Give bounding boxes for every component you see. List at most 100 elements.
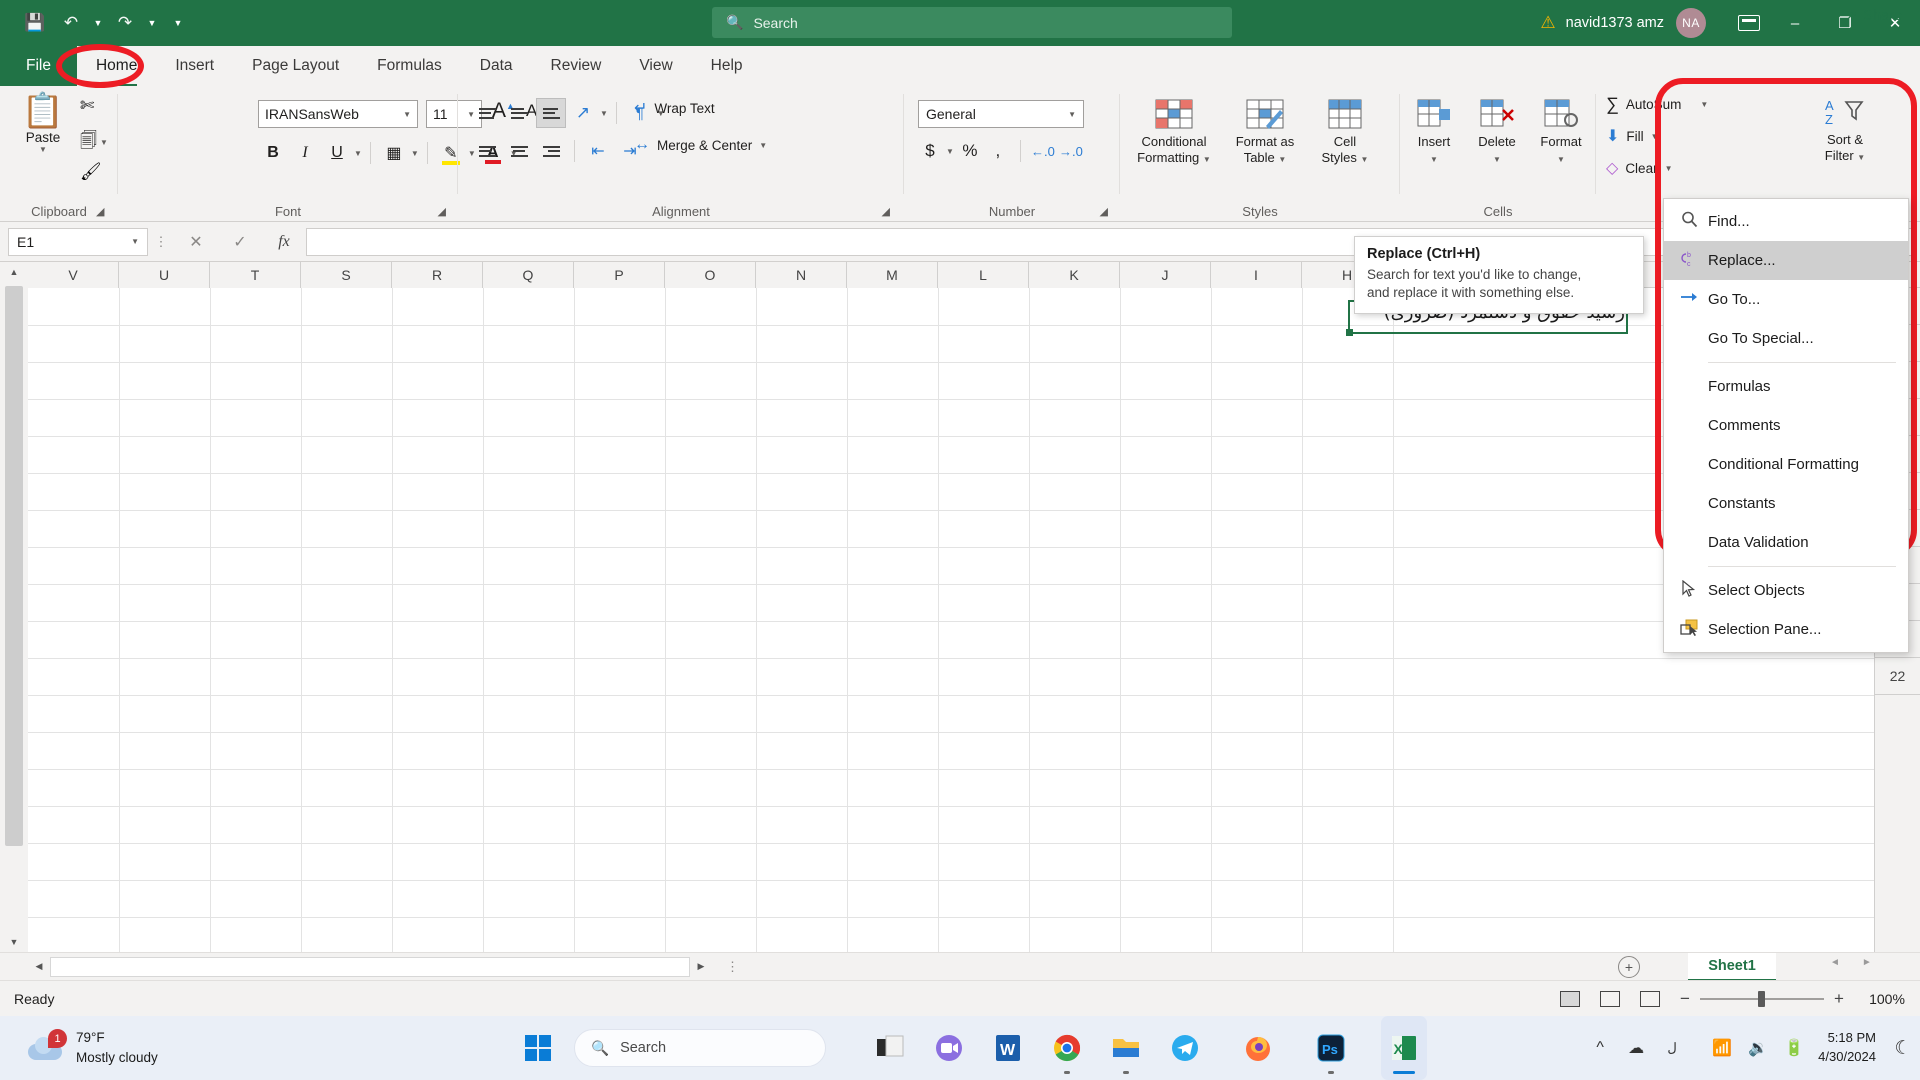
number-format-select[interactable]: General ▼: [918, 100, 1084, 128]
menu-item-constants[interactable]: Constants: [1664, 484, 1908, 523]
italic-button[interactable]: I: [290, 138, 320, 168]
excel-app-icon[interactable]: X: [1381, 1016, 1427, 1080]
font-name-dropdown-icon[interactable]: ▼: [403, 110, 411, 119]
cell-area[interactable]: رسید حقوق و دستمزد (ضروری): [28, 288, 1874, 952]
decrease-indent-button[interactable]: ⇤: [583, 136, 613, 166]
delete-cells-dropdown-icon[interactable]: ▼: [1493, 155, 1501, 164]
photoshop-app-icon[interactable]: Ps: [1308, 1016, 1354, 1080]
onedrive-icon[interactable]: ☁: [1618, 1016, 1654, 1080]
orientation-icon[interactable]: ↗: [568, 98, 598, 128]
align-center-button[interactable]: [504, 136, 534, 166]
ribbon-display-options-icon[interactable]: [1728, 0, 1770, 46]
save-icon[interactable]: 💾: [18, 7, 52, 39]
clear-dropdown-icon[interactable]: ▼: [1665, 164, 1673, 173]
align-top-button[interactable]: [472, 98, 502, 128]
warning-icon[interactable]: ⚠: [1540, 13, 1555, 33]
scroll-up-icon[interactable]: ▲: [0, 262, 28, 282]
tab-formulas[interactable]: Formulas: [358, 46, 461, 86]
row-header-22[interactable]: 22: [1875, 658, 1920, 695]
menu-item-replace[interactable]: b c Replace...: [1664, 241, 1908, 280]
zoom-out-button[interactable]: −: [1670, 989, 1700, 1009]
customize-quick-access-toolbar-icon[interactable]: ▼: [170, 18, 186, 28]
clipboard-dialog-launcher[interactable]: ◢: [96, 205, 104, 218]
cut-button[interactable]: ✄: [80, 96, 94, 116]
scroll-down-icon[interactable]: ▼: [0, 932, 28, 952]
copy-button[interactable]: 🗐 ▼: [80, 128, 108, 157]
number-format-dropdown-icon[interactable]: ▼: [1068, 110, 1076, 119]
comma-style-button[interactable]: ,: [986, 136, 1010, 166]
menu-item-selection-pane[interactable]: Selection Pane...: [1664, 610, 1908, 649]
column-header-J[interactable]: J: [1120, 262, 1211, 288]
decrease-decimal-button[interactable]: →.0: [1059, 136, 1083, 166]
name-box[interactable]: E1 ▼: [8, 227, 148, 256]
format-as-table-dropdown-icon[interactable]: ▼: [1278, 155, 1286, 164]
align-left-button[interactable]: [472, 136, 502, 166]
chrome-app-icon[interactable]: [1044, 1016, 1090, 1080]
tab-review[interactable]: Review: [532, 46, 621, 86]
zoom-slider-thumb[interactable]: [1758, 991, 1765, 1007]
sheet-tab-sheet1[interactable]: Sheet1: [1688, 953, 1776, 981]
column-header-P[interactable]: P: [574, 262, 665, 288]
cancel-icon[interactable]: ✕: [174, 228, 218, 256]
minimize-button[interactable]: –: [1770, 0, 1820, 46]
sheet-next-icon[interactable]: ►: [1862, 957, 1872, 968]
menu-item-find[interactable]: Find...: [1664, 202, 1908, 241]
menu-item-select-objects[interactable]: Select Objects: [1664, 571, 1908, 610]
accounting-format-button[interactable]: $: [918, 136, 942, 166]
windows-start-icon[interactable]: [515, 1016, 561, 1080]
column-header-K[interactable]: K: [1029, 262, 1120, 288]
align-middle-button[interactable]: [504, 98, 534, 128]
page-layout-view-button[interactable]: [1590, 981, 1630, 1017]
normal-view-button[interactable]: [1550, 981, 1590, 1017]
increase-decimal-button[interactable]: ←.0: [1031, 136, 1055, 166]
hscroll-resize-handle[interactable]: ⋮: [726, 959, 739, 975]
merge-and-center-button[interactable]: ↔ Merge & Center ▼: [634, 136, 767, 154]
zoom-in-button[interactable]: +: [1824, 989, 1854, 1009]
word-app-icon[interactable]: W: [985, 1016, 1031, 1080]
hscroll-track[interactable]: [50, 956, 690, 977]
menu-item-comments[interactable]: Comments: [1664, 406, 1908, 445]
conditional-formatting-button[interactable]: Conditional Formatting ▼: [1128, 94, 1220, 167]
menu-item-conditional-formatting[interactable]: Conditional Formatting: [1664, 445, 1908, 484]
sort-filter-dropdown-icon[interactable]: ▼: [1857, 153, 1865, 162]
show-hidden-icons[interactable]: ^: [1582, 1016, 1618, 1080]
menu-item-formulas[interactable]: Formulas: [1664, 367, 1908, 406]
insert-cells-dropdown-icon[interactable]: ▼: [1430, 155, 1438, 164]
taskbar-search-input[interactable]: 🔍 Search: [574, 1029, 826, 1067]
insert-function-icon[interactable]: fx: [262, 228, 306, 256]
align-right-button[interactable]: [536, 136, 566, 166]
column-header-R[interactable]: R: [392, 262, 483, 288]
align-bottom-button[interactable]: [536, 98, 566, 128]
underline-dropdown-icon[interactable]: ▼: [354, 149, 362, 158]
taskbar-clock[interactable]: 5:18 PM 4/30/2024: [1818, 1029, 1876, 1067]
column-header-S[interactable]: S: [301, 262, 392, 288]
percent-style-button[interactable]: %: [958, 136, 982, 166]
column-header-V[interactable]: V: [28, 262, 119, 288]
notification-center-icon[interactable]: ☾: [1886, 1016, 1920, 1080]
telegram-app-icon[interactable]: [1162, 1016, 1208, 1080]
column-header-T[interactable]: T: [210, 262, 301, 288]
tab-home[interactable]: Home: [77, 46, 156, 86]
tab-view[interactable]: View: [620, 46, 691, 86]
menu-item-data-validation[interactable]: Data Validation: [1664, 523, 1908, 562]
cell-styles-dropdown-icon[interactable]: ▼: [1361, 155, 1369, 164]
column-header-N[interactable]: N: [756, 262, 847, 288]
column-header-Q[interactable]: Q: [483, 262, 574, 288]
cell-styles-button[interactable]: Cell Styles ▼: [1310, 94, 1380, 167]
sheet-prev-icon[interactable]: ◄: [1830, 957, 1840, 968]
underline-button[interactable]: U: [322, 138, 352, 168]
formula-bar-drag-handle[interactable]: ⋮: [148, 234, 174, 250]
column-header-L[interactable]: L: [938, 262, 1029, 288]
column-header-I[interactable]: I: [1211, 262, 1302, 288]
merge-center-dropdown-icon[interactable]: ▼: [759, 141, 767, 150]
font-name-input[interactable]: IRANSansWeb ▼: [258, 100, 418, 128]
menu-item-go-to-special[interactable]: Go To Special...: [1664, 319, 1908, 358]
fill-dropdown-icon[interactable]: ▼: [1651, 132, 1659, 141]
new-sheet-button[interactable]: +: [1618, 956, 1640, 978]
scroll-thumb[interactable]: [5, 286, 23, 846]
format-as-table-button[interactable]: Format as Table ▼: [1224, 94, 1306, 167]
tab-help[interactable]: Help: [692, 46, 762, 86]
search-input[interactable]: 🔍 Search: [712, 7, 1232, 38]
wrap-text-button[interactable]: ↵ Wrap Text: [634, 98, 715, 118]
volume-icon[interactable]: 🔉: [1740, 1016, 1776, 1080]
